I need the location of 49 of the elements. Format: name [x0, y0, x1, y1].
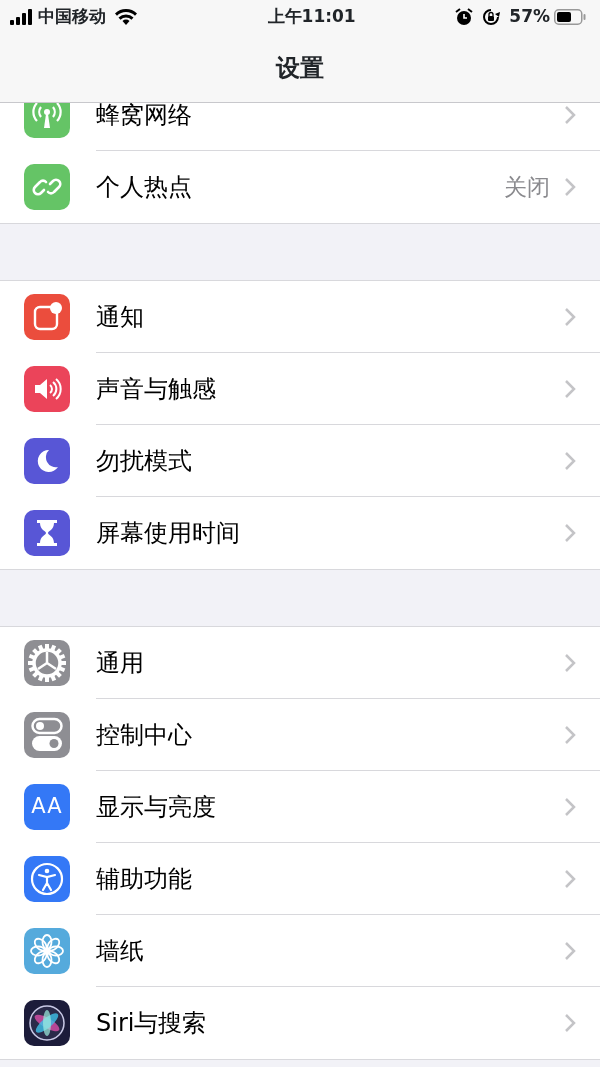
chevron-icon — [564, 652, 576, 673]
status-time: 上午11:01 — [267, 5, 356, 29]
row-label: 显示与亮度 — [96, 791, 217, 823]
row-label: 辅助功能 — [96, 863, 193, 895]
alarm-icon — [455, 8, 474, 26]
chevron-icon — [564, 523, 576, 543]
chevron-icon — [564, 724, 576, 745]
carrier-name: 中国移动 — [38, 5, 106, 29]
chevron-icon — [564, 104, 576, 125]
chevron-icon — [564, 306, 576, 327]
row-label: 声音与触感 — [96, 373, 217, 405]
settings-row[interactable]: 墙纸 — [0, 915, 600, 987]
signal-icon — [10, 9, 34, 25]
page-title: 设置 — [274, 53, 325, 84]
settings-row[interactable]: 通用 — [0, 627, 600, 699]
accessibility-icon — [30, 862, 64, 896]
settings-row[interactable]: 控制中心 — [0, 699, 600, 771]
row-label: 个人热点 — [96, 172, 193, 203]
chevron-icon — [564, 177, 576, 197]
chevron-icon — [564, 940, 576, 961]
row-label: 通用 — [96, 647, 145, 679]
chevron-icon — [564, 1013, 576, 1033]
rotation-lock-icon — [481, 8, 502, 26]
row-label: 墙纸 — [96, 935, 145, 967]
row-label: 通知 — [96, 301, 145, 333]
settings-row[interactable]: 个人热点 关闭 — [0, 151, 600, 223]
settings-row[interactable]: 勿扰模式 — [0, 425, 600, 497]
row-label: 勿扰模式 — [96, 445, 193, 477]
wifi-icon — [114, 8, 138, 26]
notification-icon — [32, 302, 62, 332]
settings-row[interactable]: 声音与触感 — [0, 353, 600, 425]
chevron-icon — [564, 796, 576, 817]
settings-row[interactable]: 通知 — [0, 281, 600, 353]
hourglass-icon — [35, 518, 59, 548]
chevron-icon — [564, 868, 576, 889]
settings-row[interactable]: 屏幕使用时间 — [0, 497, 600, 569]
text-size-icon: AA — [31, 791, 63, 823]
toggle-switches-icon — [31, 717, 63, 753]
row-value: 关闭 — [504, 172, 550, 202]
battery-icon — [554, 9, 586, 25]
chevron-icon — [564, 450, 576, 471]
row-label: 屏幕使用时间 — [96, 518, 241, 549]
row-label: 控制中心 — [96, 719, 193, 751]
settings-row[interactable]: Siri与搜索 — [0, 987, 600, 1059]
battery-percent: 57% — [509, 5, 550, 29]
settings-row[interactable]: 辅助功能 — [0, 843, 600, 915]
chevron-icon — [564, 378, 576, 399]
row-label: Siri与搜索 — [96, 1008, 208, 1039]
settings-row[interactable]: AA 显示与亮度 — [0, 771, 600, 843]
